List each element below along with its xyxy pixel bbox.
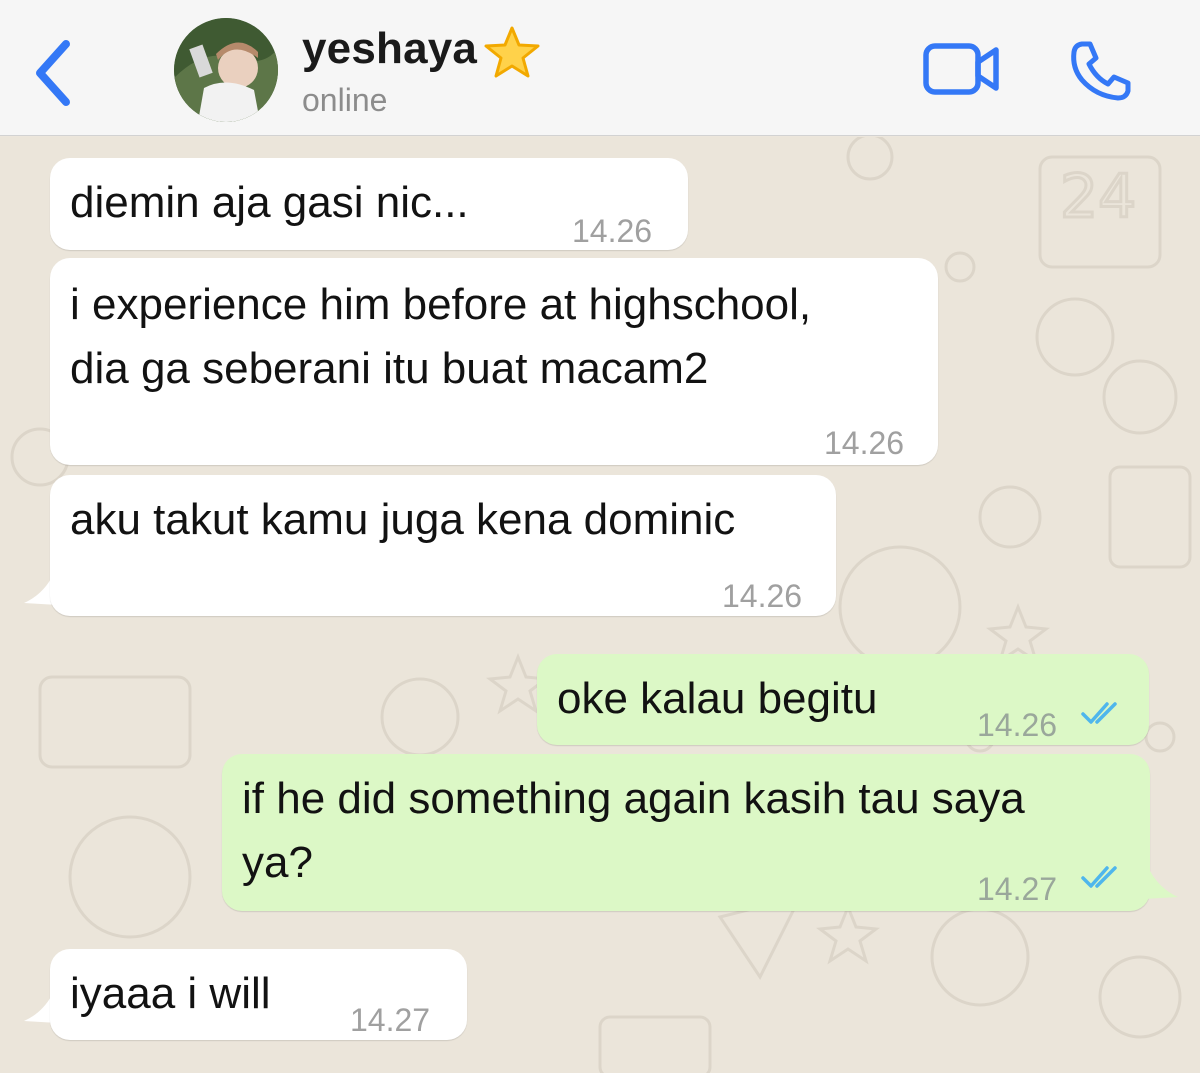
star-icon <box>484 26 540 78</box>
message-text: oke kalau begitu <box>557 674 878 723</box>
voice-call-button[interactable] <box>1068 38 1134 104</box>
contact-avatar[interactable] <box>174 18 278 122</box>
message-timestamp: 14.26 <box>977 707 1058 743</box>
contact-status: online <box>302 82 388 118</box>
message-timestamp: 14.27 <box>977 871 1058 907</box>
message-bubble-outgoing[interactable]: if he did something again kasih tau saya… <box>222 754 1150 911</box>
back-button[interactable] <box>30 38 80 108</box>
message-text: iyaaa i will <box>70 969 271 1018</box>
message-timestamp: 14.27 <box>350 1002 431 1038</box>
message-bubble-incoming[interactable]: aku takut kamu juga kena dominic 14.26 <box>50 475 836 616</box>
chat-header: yeshaya online <box>0 0 1200 136</box>
message-bubble-incoming[interactable]: iyaaa i will 14.27 <box>50 949 467 1040</box>
bubble-tail <box>1144 871 1178 899</box>
message-list[interactable]: 24 diemin aja gasi nic... 14.26 i experi… <box>0 137 1200 1073</box>
message-bubble-incoming[interactable]: diemin aja gasi nic... 14.26 <box>50 158 688 250</box>
video-camera-icon <box>923 43 999 95</box>
double-check-icon <box>1081 866 1117 888</box>
message-bubble-outgoing[interactable]: oke kalau begitu 14.26 <box>537 654 1149 745</box>
message-text-line: if he did something again kasih tau saya <box>242 774 1025 823</box>
message-text-line: ya? <box>242 838 313 887</box>
message-text-line: i experience him before at highschool, <box>70 280 812 329</box>
svg-text:24: 24 <box>1060 162 1136 232</box>
avatar-photo <box>174 18 278 122</box>
message-timestamp: 14.26 <box>572 213 653 249</box>
contact-name[interactable]: yeshaya <box>302 24 477 74</box>
video-call-button[interactable] <box>922 40 1002 98</box>
double-check-icon <box>1081 702 1117 724</box>
message-timestamp: 14.26 <box>824 425 905 461</box>
message-bubble-incoming[interactable]: i experience him before at highschool, d… <box>50 258 938 465</box>
chevron-left-icon <box>36 40 70 106</box>
phone-icon <box>1071 41 1131 101</box>
message-timestamp: 14.26 <box>722 578 803 614</box>
message-text: aku takut kamu juga kena dominic <box>70 495 736 544</box>
message-text: diemin aja gasi nic... <box>70 178 469 227</box>
message-text-line: dia ga seberani itu buat macam2 <box>70 344 709 393</box>
